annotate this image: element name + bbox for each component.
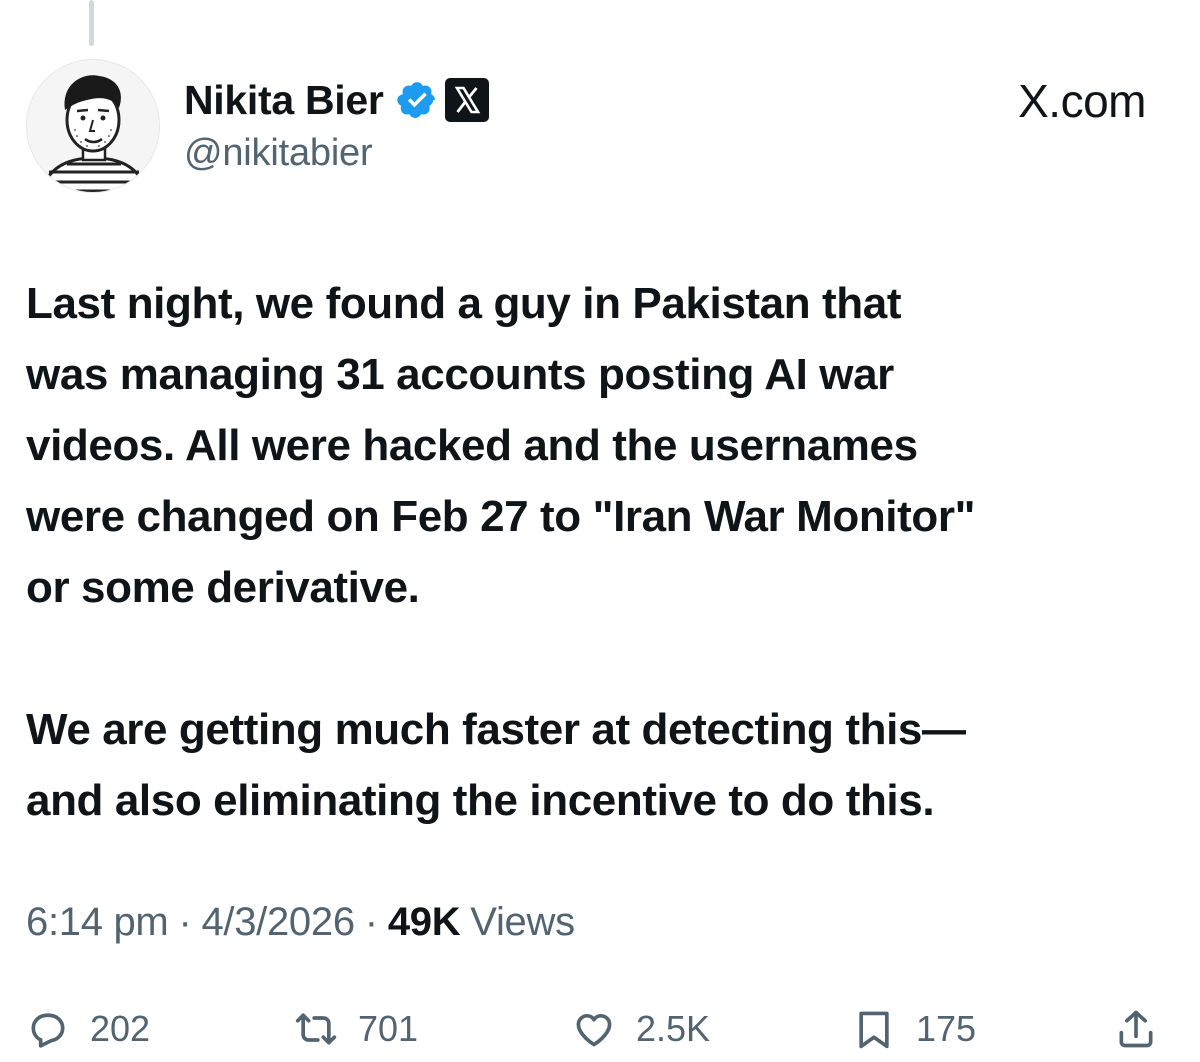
thread-connector-line <box>89 0 94 46</box>
share-button[interactable] <box>1114 1000 1158 1058</box>
meta-separator: · <box>178 900 192 944</box>
tweet-text-line: and also eliminating the incentive to do… <box>26 776 935 825</box>
brand-label: X.com <box>1018 75 1146 127</box>
author-name-row: Nikita Bier <box>184 72 490 128</box>
views-count: 49K <box>387 900 461 944</box>
reply-button[interactable]: 202 <box>26 1000 150 1058</box>
meta-separator: · <box>364 900 378 944</box>
bookmark-button[interactable]: 175 <box>852 1000 976 1058</box>
like-count: 2.5K <box>636 1008 711 1049</box>
tweet-date[interactable]: 4/3/2026 <box>201 900 355 945</box>
author-handle[interactable]: @nikitabier <box>184 132 373 175</box>
views-label: Views <box>470 900 575 944</box>
verified-badge-icon[interactable] <box>396 79 438 121</box>
author-display-name[interactable]: Nikita Bier <box>184 77 384 124</box>
tweet-text-line: videos. All were hacked and the username… <box>26 421 918 470</box>
tweet-text-line: was managing 31 accounts posting AI war <box>26 350 894 399</box>
repost-button[interactable]: 701 <box>294 1000 418 1058</box>
tweet-text-line: were changed on Feb 27 to "Iran War Moni… <box>26 492 976 541</box>
x-logo-icon[interactable] <box>444 77 490 123</box>
tweet-text-line: Last night, we found a guy in Pakistan t… <box>26 279 902 328</box>
tweet-text-line: or some derivative. <box>26 563 420 612</box>
heart-icon <box>572 1007 616 1051</box>
reply-icon <box>26 1007 70 1051</box>
reply-count: 202 <box>90 1008 151 1049</box>
bookmark-count: 175 <box>916 1008 977 1049</box>
tweet-text: Last night, we found a guy in Pakistan t… <box>26 268 1186 836</box>
brand-watermark: X.com <box>1018 74 1146 128</box>
repost-count: 701 <box>358 1008 419 1049</box>
avatar-illustration <box>27 60 159 192</box>
tweet-text-line: We are getting much faster at detecting … <box>26 705 966 754</box>
avatar[interactable] <box>26 59 160 193</box>
repost-icon <box>294 1007 338 1051</box>
tweet-actions-bar: 202 701 2.5K 175 <box>26 1000 1176 1058</box>
tweet-meta: 6:14 pm · 4/3/2026 · 49K Views <box>26 900 575 945</box>
like-button[interactable]: 2.5K <box>572 1000 710 1058</box>
bookmark-icon <box>852 1007 896 1051</box>
share-icon <box>1114 1007 1158 1051</box>
tweet-time[interactable]: 6:14 pm <box>26 900 169 945</box>
